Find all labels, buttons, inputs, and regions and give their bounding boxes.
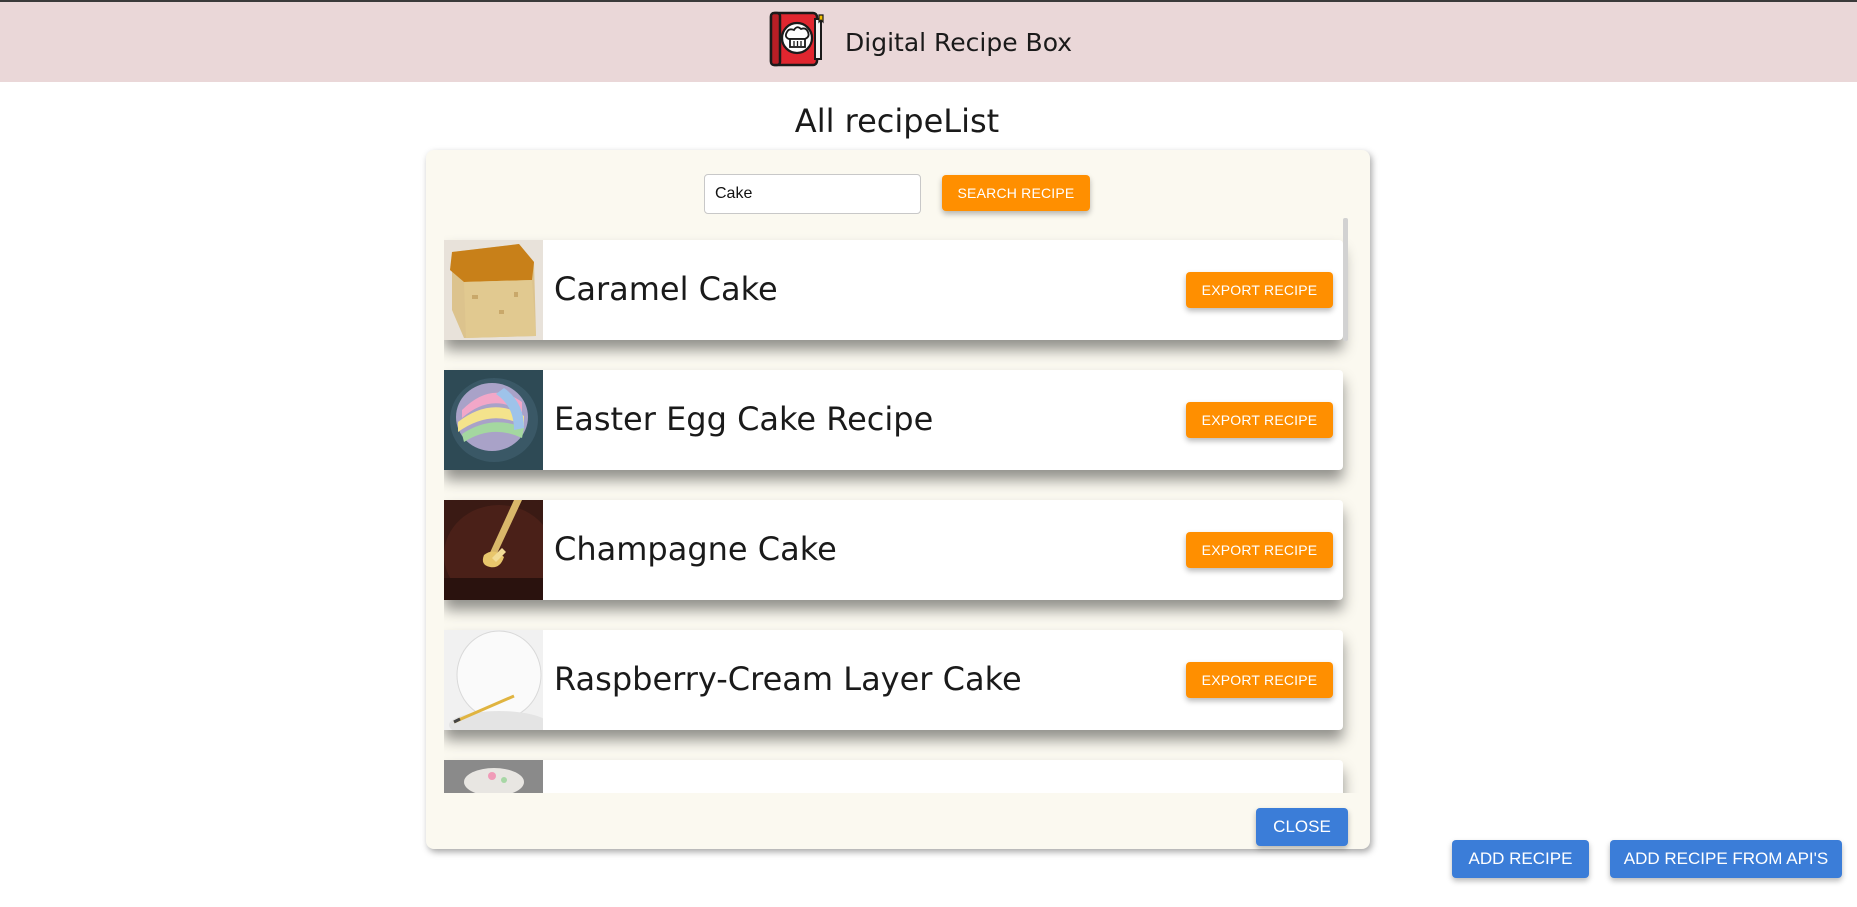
add-recipe-button[interactable]: ADD RECIPE — [1452, 840, 1589, 878]
recipe-card-caramel-cake[interactable]: Caramel Cake EXPORT RECIPE — [444, 240, 1343, 340]
caramel-cake-thumbnail — [444, 240, 543, 340]
export-recipe-button[interactable]: EXPORT RECIPE — [1186, 272, 1333, 308]
easter-egg-cake-thumbnail — [444, 370, 543, 470]
recipe-title: Easter Egg Cake Recipe — [554, 400, 934, 438]
recipe-card-raspberry-cream-layer-cake[interactable]: Raspberry-Cream Layer Cake EXPORT RECIPE — [444, 630, 1343, 730]
page-title: All recipeList — [794, 102, 1000, 140]
recipe-card-partial[interactable] — [444, 760, 1343, 793]
search-recipe-button[interactable]: SEARCH RECIPE — [942, 175, 1090, 211]
export-recipe-button[interactable]: EXPORT RECIPE — [1186, 532, 1333, 568]
recipe-list-modal: SEARCH RECIPE Caramel Cake EXPORT RECIPE — [426, 150, 1370, 849]
close-button[interactable]: CLOSE — [1256, 808, 1348, 846]
champagne-cake-thumbnail — [444, 500, 543, 600]
add-recipe-from-api-button[interactable]: ADD RECIPE FROM API'S — [1610, 840, 1842, 878]
recipe-book-icon — [769, 11, 824, 67]
recipe-list-scroll-area[interactable]: Caramel Cake EXPORT RECIPE Easter Egg Ca… — [444, 218, 1369, 793]
export-recipe-button[interactable]: EXPORT RECIPE — [1186, 662, 1333, 698]
recipe-title: Caramel Cake — [554, 270, 778, 308]
recipe-title: Raspberry-Cream Layer Cake — [554, 660, 1022, 698]
export-recipe-button[interactable]: EXPORT RECIPE — [1186, 402, 1333, 438]
partial-cake-thumbnail — [444, 760, 543, 793]
recipe-card-champagne-cake[interactable]: Champagne Cake EXPORT RECIPE — [444, 500, 1343, 600]
search-input[interactable] — [704, 174, 921, 214]
list-scrollbar-thumb[interactable] — [1343, 218, 1348, 341]
raspberry-cake-thumbnail — [444, 630, 543, 730]
app-title: Digital Recipe Box — [845, 28, 1073, 57]
recipe-title: Champagne Cake — [554, 530, 837, 568]
recipe-card-easter-egg-cake[interactable]: Easter Egg Cake Recipe EXPORT RECIPE — [444, 370, 1343, 470]
app-header: Digital Recipe Box — [0, 2, 1857, 82]
